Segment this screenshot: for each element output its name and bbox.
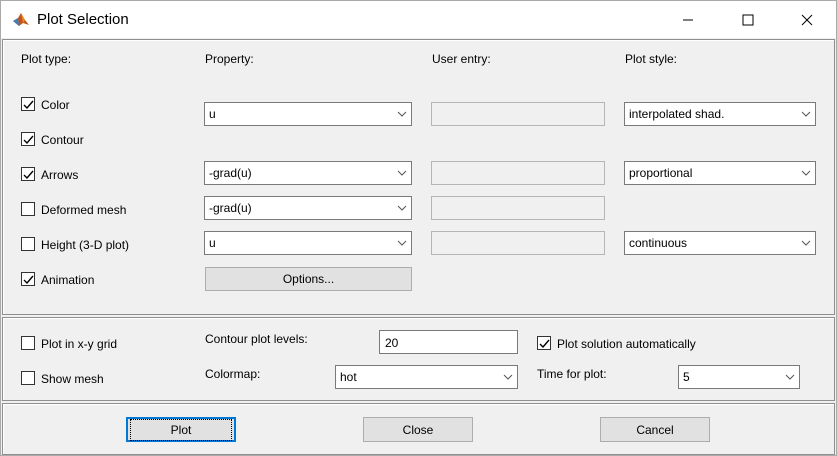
auto-plot-checkbox[interactable] xyxy=(537,336,551,350)
color-user-entry[interactable] xyxy=(431,102,605,126)
arrows-label: Arrows xyxy=(41,168,79,182)
contour-checkbox[interactable] xyxy=(21,132,35,146)
color-style-select[interactable]: interpolated shad. xyxy=(624,102,816,126)
height-style-select[interactable]: continuous xyxy=(624,231,816,255)
contour-levels-input[interactable]: 20 xyxy=(379,330,518,354)
maximize-icon xyxy=(742,14,754,25)
contour-levels-value: 20 xyxy=(385,336,399,350)
height-property-value: u xyxy=(209,236,216,250)
maximize-button[interactable] xyxy=(718,1,778,38)
animation-label: Animation xyxy=(41,273,95,287)
title-bar: Plot Selection xyxy=(1,1,836,38)
chevron-down-icon xyxy=(797,162,815,184)
close-button[interactable]: Close xyxy=(363,417,473,442)
matlab-logo-icon xyxy=(13,13,29,26)
checkmark-icon xyxy=(23,135,34,145)
arrows-style-value: proportional xyxy=(629,166,693,180)
chevron-down-icon xyxy=(797,103,815,125)
chevron-down-icon xyxy=(393,103,411,125)
show-mesh-label: Show mesh xyxy=(41,372,104,386)
chevron-down-icon xyxy=(393,197,411,219)
plot-style-header: Plot style: xyxy=(625,52,678,66)
plot-in-grid-checkbox[interactable] xyxy=(21,336,35,350)
plot-selection-dialog: Plot Selection Plot type: Property: User… xyxy=(0,0,837,456)
height-user-entry[interactable] xyxy=(431,231,605,255)
user-entry-header: User entry: xyxy=(432,52,491,66)
color-property-select[interactable]: u xyxy=(204,102,412,126)
property-header: Property: xyxy=(205,52,254,66)
cancel-button[interactable]: Cancel xyxy=(600,417,710,442)
height-checkbox[interactable] xyxy=(21,237,35,251)
plot-in-grid-label: Plot in x-y grid xyxy=(41,337,118,351)
arrows-user-entry[interactable] xyxy=(431,161,605,185)
chevron-down-icon xyxy=(499,366,517,388)
minimize-button[interactable] xyxy=(658,1,718,38)
height-style-value: continuous xyxy=(629,236,688,250)
height-property-select[interactable]: u xyxy=(204,231,412,255)
arrows-property-select[interactable]: -grad(u) xyxy=(204,161,412,185)
deformed-mesh-checkbox[interactable] xyxy=(21,202,35,216)
deformed-mesh-label: Deformed mesh xyxy=(41,203,127,217)
checkmark-icon xyxy=(23,100,34,110)
window-title: Plot Selection xyxy=(37,11,129,28)
checkmark-icon xyxy=(23,170,34,180)
auto-plot-label: Plot solution automatically xyxy=(557,337,696,351)
time-for-plot-select[interactable]: 5 xyxy=(678,365,800,389)
colormap-value: hot xyxy=(340,370,357,384)
height-label: Height (3-D plot) xyxy=(41,238,130,252)
color-label: Color xyxy=(41,98,70,112)
deformed-property-select[interactable]: -grad(u) xyxy=(204,196,412,220)
close-icon xyxy=(801,14,813,25)
color-style-value: interpolated shad. xyxy=(629,107,725,121)
plot-button-label: Plot xyxy=(129,418,233,441)
options-button[interactable]: Options... xyxy=(205,267,412,291)
contour-levels-label: Contour plot levels: xyxy=(205,332,308,346)
checkmark-icon xyxy=(539,339,550,349)
animation-checkbox[interactable] xyxy=(21,272,35,286)
deformed-user-entry[interactable] xyxy=(431,196,605,220)
plot-type-header: Plot type: xyxy=(21,52,72,66)
color-property-value: u xyxy=(209,107,216,121)
chevron-down-icon xyxy=(781,366,799,388)
arrows-style-select[interactable]: proportional xyxy=(624,161,816,185)
arrows-checkbox[interactable] xyxy=(21,167,35,181)
chevron-down-icon xyxy=(393,232,411,254)
checkmark-icon xyxy=(23,275,34,285)
chevron-down-icon xyxy=(393,162,411,184)
chevron-down-icon xyxy=(797,232,815,254)
time-for-plot-value: 5 xyxy=(683,370,690,384)
contour-label: Contour xyxy=(41,133,84,147)
deformed-property-value: -grad(u) xyxy=(209,201,252,215)
plot-button[interactable]: Plot xyxy=(126,417,236,442)
colormap-label: Colormap: xyxy=(205,367,261,381)
close-window-button[interactable] xyxy=(777,1,837,38)
color-checkbox[interactable] xyxy=(21,97,35,111)
minimize-icon xyxy=(683,19,693,20)
arrows-property-value: -grad(u) xyxy=(209,166,252,180)
colormap-select[interactable]: hot xyxy=(335,365,518,389)
time-for-plot-label: Time for plot: xyxy=(537,367,607,381)
show-mesh-checkbox[interactable] xyxy=(21,371,35,385)
